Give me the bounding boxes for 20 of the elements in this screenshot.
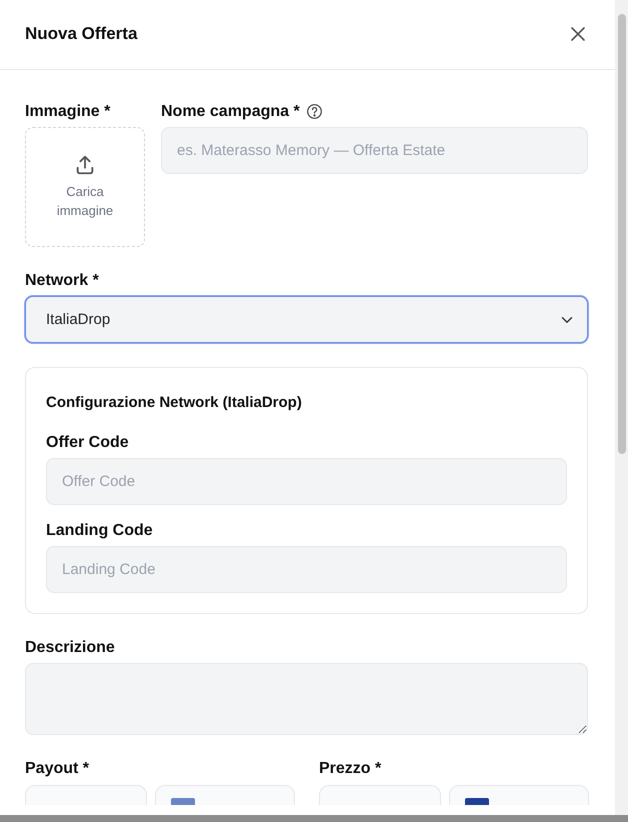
upload-button[interactable]: Carica immagine (25, 127, 145, 248)
dialog-title: Nuova Offerta (25, 24, 138, 45)
field-label: Landing Code (46, 521, 153, 540)
field-label: Network * (25, 271, 99, 290)
help-icon[interactable] (306, 103, 323, 120)
network-select[interactable]: ItaliaDrop (25, 296, 588, 344)
field-label: Immagine * (25, 102, 110, 122)
text-field[interactable]: Offer Code (46, 458, 567, 506)
campaign-name-field[interactable]: es. Materasso Memory — Offerta Estate (161, 127, 588, 174)
field-label: Prezzo * (319, 759, 382, 779)
scrollbar-thumb[interactable] (618, 14, 626, 454)
close-icon (570, 26, 586, 42)
text-field[interactable]: Landing Code (46, 546, 567, 594)
field-label: Payout * (25, 759, 90, 779)
panel-title: Configurazione Network (ItaliaDrop) (46, 393, 303, 414)
description-field[interactable] (25, 663, 588, 736)
field-label: Nome campagna * (161, 102, 300, 122)
field-label: Descrizione (25, 638, 115, 658)
upload-icon (74, 154, 96, 176)
field-label: Offer Code (46, 432, 129, 452)
